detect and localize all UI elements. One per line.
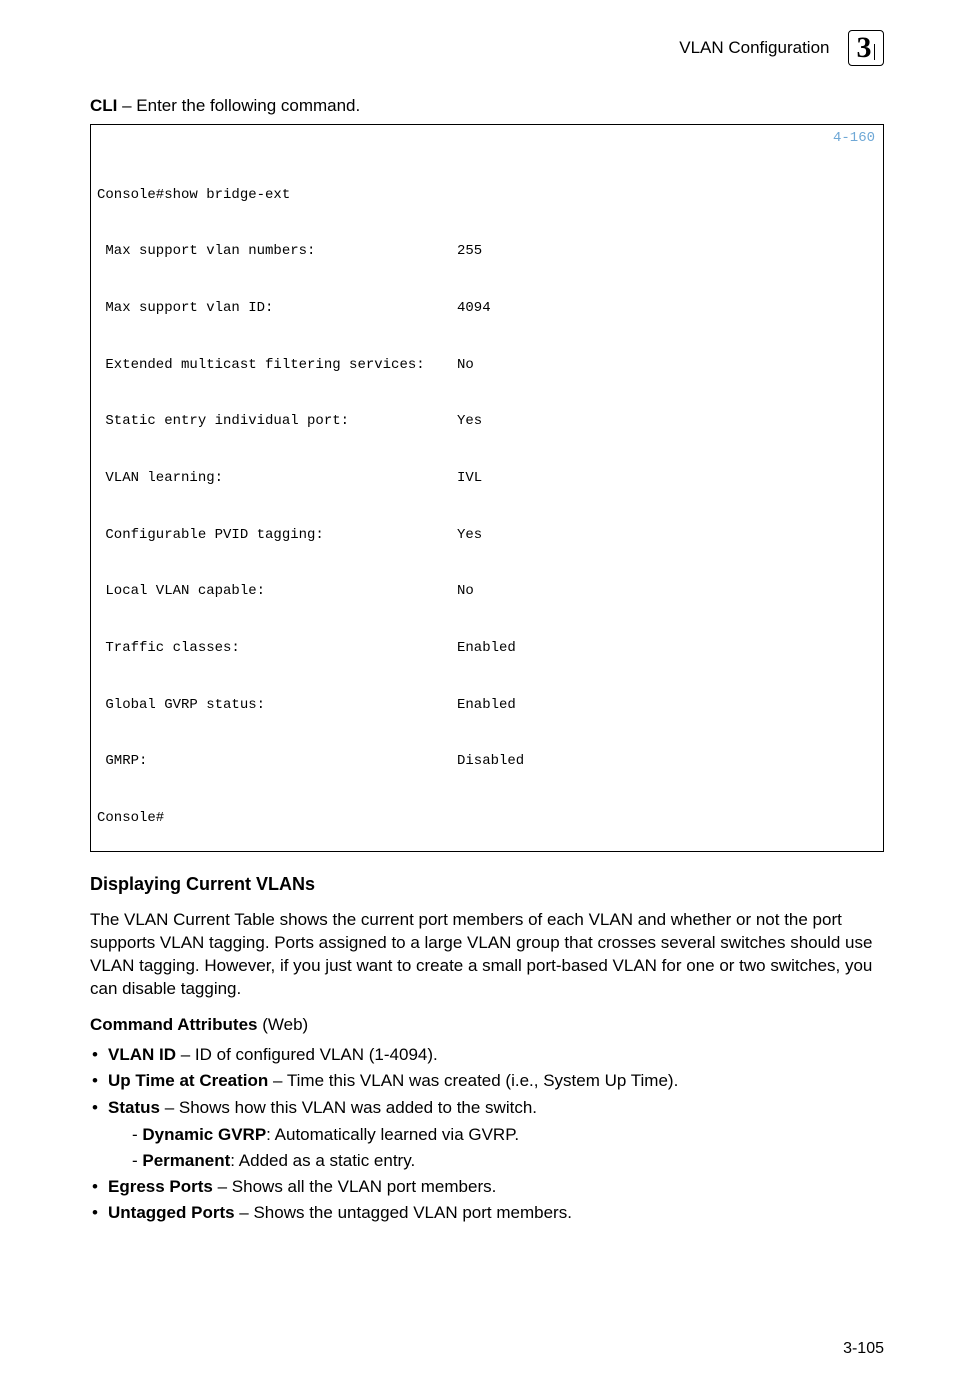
code-line: Console# — [97, 809, 457, 828]
code-value: Disabled — [457, 752, 524, 771]
code-line: Max support vlan numbers: — [97, 242, 457, 261]
code-line: VLAN learning: — [97, 469, 457, 488]
code-value: Yes — [457, 412, 482, 431]
list-item: Egress Ports – Shows all the VLAN port m… — [90, 1175, 884, 1199]
list-item: VLAN ID – ID of configured VLAN (1-4094)… — [90, 1043, 884, 1067]
attr-term: Untagged Ports — [108, 1203, 235, 1222]
sub-list-item: - Permanent: Added as a static entry. — [90, 1149, 884, 1173]
subsection-body: The VLAN Current Table shows the current… — [90, 909, 884, 1001]
code-value: IVL — [457, 469, 482, 488]
attr-desc: – Time this VLAN was created (i.e., Syst… — [268, 1071, 678, 1090]
sub-list-item: - Dynamic GVRP: Automatically learned vi… — [90, 1123, 884, 1147]
list-item: Untagged Ports – Shows the untagged VLAN… — [90, 1201, 884, 1225]
header-title: VLAN Configuration — [679, 38, 829, 58]
attr-term: Up Time at Creation — [108, 1071, 268, 1090]
page-header: VLAN Configuration 3 — [90, 30, 884, 66]
attr-desc: – Shows the untagged VLAN port members. — [235, 1203, 572, 1222]
code-line: Local VLAN capable: — [97, 582, 457, 601]
attr-desc: – Shows how this VLAN was added to the s… — [160, 1098, 537, 1117]
code-line: Traffic classes: — [97, 639, 457, 658]
sub-term: Dynamic GVRP — [142, 1125, 266, 1144]
cli-prefix: CLI — [90, 96, 117, 115]
chapter-bar-icon — [874, 44, 876, 60]
attributes-heading-suffix: (Web) — [258, 1015, 309, 1034]
code-line: GMRP: — [97, 752, 457, 771]
code-value: No — [457, 582, 474, 601]
code-value: Enabled — [457, 639, 516, 658]
sub-desc: : Added as a static entry. — [230, 1151, 415, 1170]
code-line: Extended multicast filtering services: — [97, 356, 457, 375]
code-value: 255 — [457, 242, 482, 261]
code-value: Enabled — [457, 696, 516, 715]
cli-intro-text: – Enter the following command. — [117, 96, 360, 115]
code-line: Configurable PVID tagging: — [97, 526, 457, 545]
list-item: Up Time at Creation – Time this VLAN was… — [90, 1069, 884, 1093]
list-item: Status – Shows how this VLAN was added t… — [90, 1096, 884, 1120]
chapter-badge: 3 — [848, 30, 885, 66]
subsection-heading: Displaying Current VLANs — [90, 874, 884, 895]
attributes-list: VLAN ID – ID of configured VLAN (1-4094)… — [90, 1043, 884, 1120]
attr-term: Egress Ports — [108, 1177, 213, 1196]
code-reference-link[interactable]: 4-160 — [833, 129, 875, 148]
code-value: 4094 — [457, 299, 491, 318]
attr-term: VLAN ID — [108, 1045, 176, 1064]
sub-desc: : Automatically learned via GVRP. — [266, 1125, 519, 1144]
code-block: 4-160 Console#show bridge-ext Max suppor… — [90, 124, 884, 852]
code-line: Max support vlan ID: — [97, 299, 457, 318]
code-line: Static entry individual port: — [97, 412, 457, 431]
attributes-list-cont: Egress Ports – Shows all the VLAN port m… — [90, 1175, 884, 1226]
attributes-heading: Command Attributes (Web) — [90, 1015, 884, 1035]
attr-desc: – ID of configured VLAN (1-4094). — [176, 1045, 438, 1064]
sub-term: Permanent — [142, 1151, 230, 1170]
code-line: Console#show bridge-ext — [97, 186, 457, 205]
attributes-heading-bold: Command Attributes — [90, 1015, 258, 1034]
code-value: Yes — [457, 526, 482, 545]
attr-term: Status — [108, 1098, 160, 1117]
code-line: Global GVRP status: — [97, 696, 457, 715]
cli-intro: CLI – Enter the following command. — [90, 96, 884, 116]
chapter-number: 3 — [857, 33, 872, 63]
code-value: No — [457, 356, 474, 375]
attr-desc: – Shows all the VLAN port members. — [213, 1177, 496, 1196]
page-number: 3-105 — [843, 1340, 884, 1358]
